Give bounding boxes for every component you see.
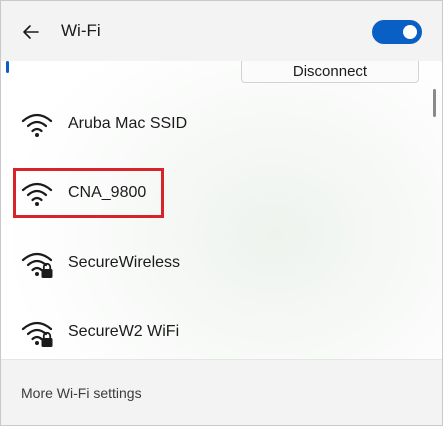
wifi-icon: [21, 113, 53, 137]
wifi-header: Wi-Fi: [1, 1, 442, 61]
network-item[interactable]: SecureWireless: [1, 238, 431, 290]
back-button[interactable]: [19, 20, 43, 44]
wifi-lock-icon: [21, 252, 53, 278]
footer: More Wi-Fi settings: [1, 359, 442, 425]
scrollbar-thumb[interactable]: [433, 89, 436, 117]
wifi-toggle[interactable]: [372, 20, 422, 44]
wifi-flyout: Wi-Fi Disconnect Aruba Mac SSID CNA_9800…: [0, 0, 443, 426]
network-item[interactable]: SecureW2 WiFi: [1, 307, 431, 356]
toggle-knob: [403, 25, 417, 39]
selected-indicator: [6, 61, 9, 73]
wifi-lock-icon: [21, 321, 53, 347]
page-title: Wi-Fi: [61, 21, 101, 40]
network-name: Aruba Mac SSID: [68, 115, 188, 132]
disconnect-button[interactable]: Disconnect: [241, 61, 419, 83]
network-item[interactable]: Aruba Mac SSID: [1, 99, 431, 151]
more-wifi-settings-link[interactable]: More Wi-Fi settings: [21, 385, 142, 401]
highlight-box: [13, 168, 164, 218]
arrow-left-icon: [23, 25, 39, 39]
network-name: SecureW2 WiFi: [68, 323, 180, 340]
network-name: SecureWireless: [68, 254, 181, 271]
